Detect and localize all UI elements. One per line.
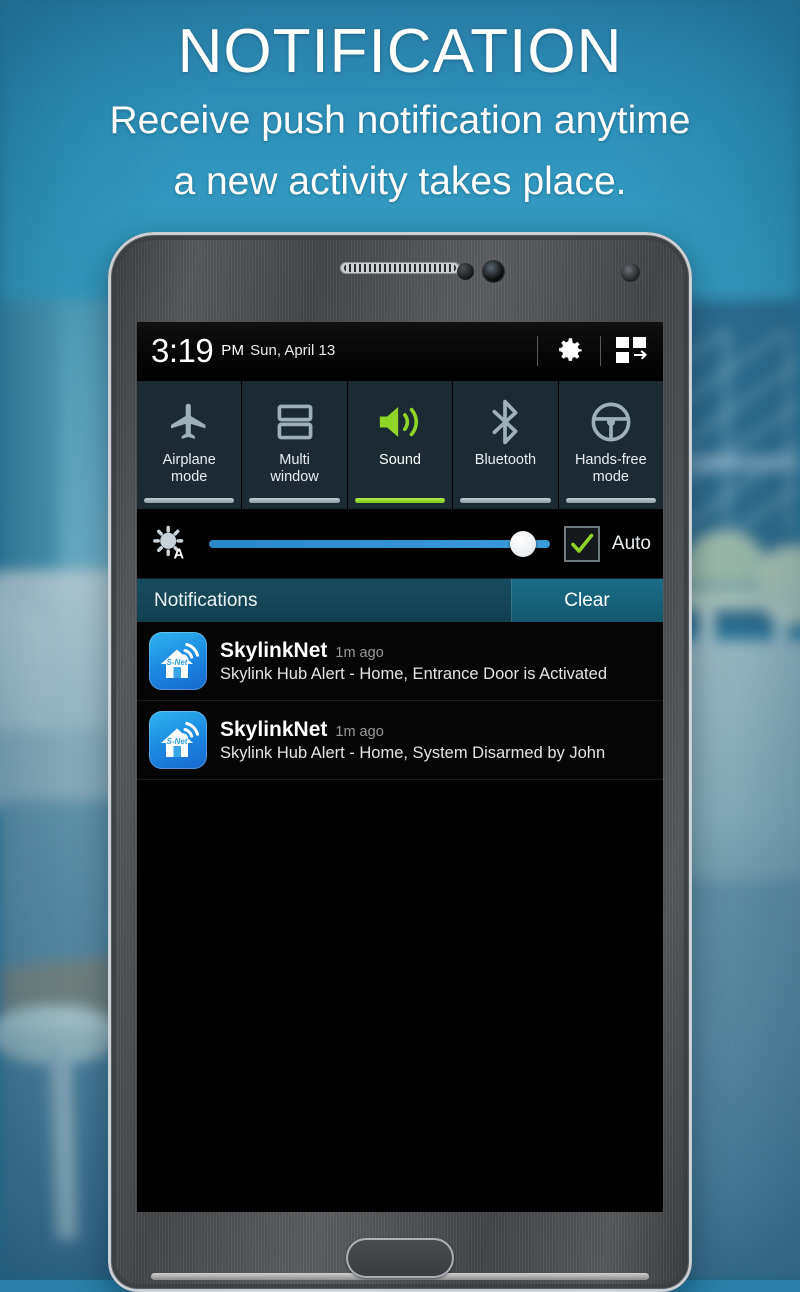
subtitle-line-2: a new activity takes place. [173, 160, 627, 203]
promo-headline: NOTIFICATION Receive push notification a… [0, 18, 800, 208]
phone-device: 3:19 PM Sun, April 13 Airplane mode Mult… [108, 232, 692, 1292]
subtitle-line-1: Receive push notification anytime [109, 99, 691, 142]
page-title: NOTIFICATION [177, 17, 623, 86]
phone-bezel-chrome [108, 232, 692, 1292]
